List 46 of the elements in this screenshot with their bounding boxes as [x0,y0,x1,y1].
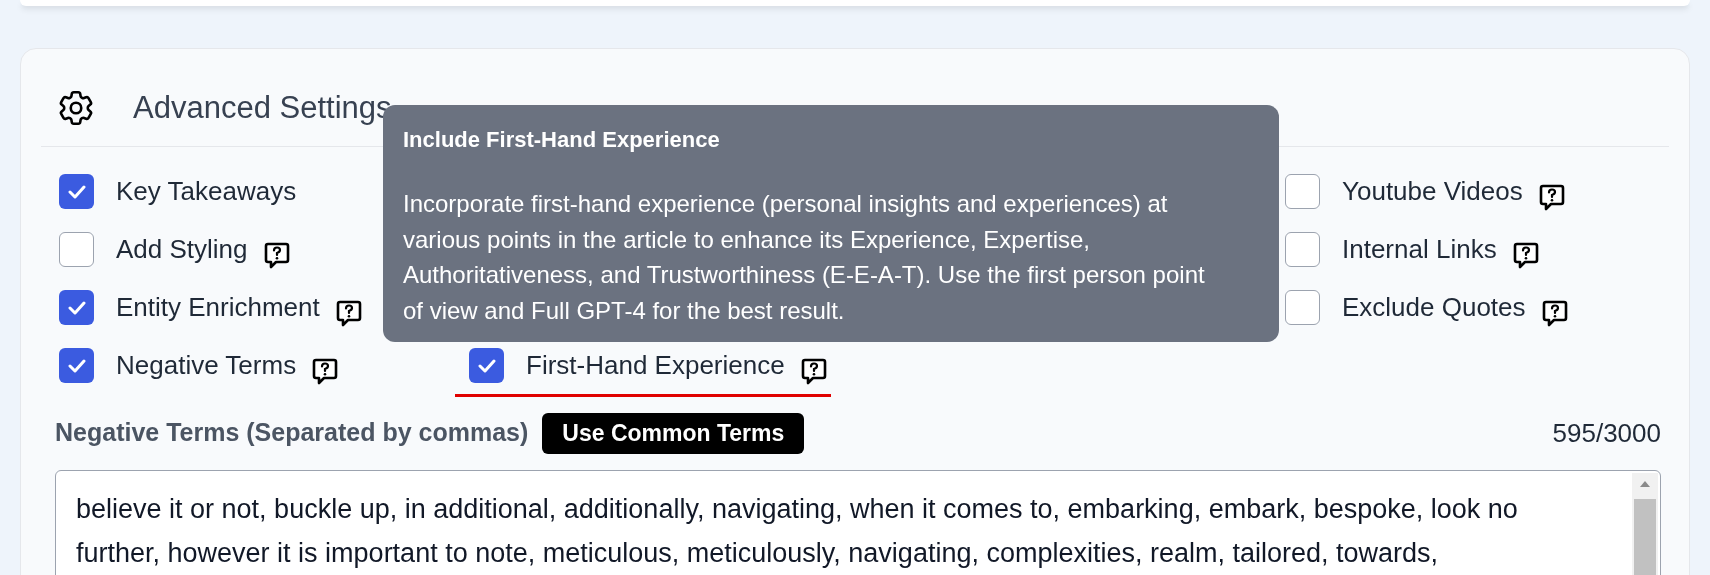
checkbox[interactable] [1285,290,1320,325]
option-row[interactable]: Entity Enrichment [59,278,362,337]
option-label: First-Hand Experience [526,349,785,382]
checkmark-icon [67,184,86,199]
option-row[interactable]: Negative Terms [59,336,339,395]
checkbox[interactable] [59,174,94,209]
checkbox[interactable] [1285,232,1320,267]
checkbox[interactable] [469,348,504,383]
checkmark-icon [67,300,86,315]
section-title: Advanced Settings [133,89,392,127]
help-icon[interactable] [1512,241,1539,270]
option-row[interactable]: Key Takeaways [59,162,297,221]
help-icon[interactable] [312,357,339,386]
scrollbar[interactable] [1632,472,1658,575]
option-label: Youtube Videos [1342,175,1523,208]
tooltip-text: Incorporate first-hand experience (personal insights and experiences) at various points in the article to enhance its Experience, Expertise, Authoritativeness, and Trustworthiness (E-E-A-T). Use the first person point of view and Full GPT-4 for the best result. [403,189,1206,326]
checkmark-icon [67,358,86,373]
checkmark-icon [477,358,496,373]
option-row[interactable]: Youtube Videos [1285,162,1565,221]
checkbox[interactable] [59,232,94,267]
option-row[interactable]: Internal Links [1285,220,1539,279]
option-row[interactable]: Add Styling [59,220,290,279]
field-text-line: further, however it is important to note, meticulous, meticulously, navigating, complexities, realm, tailored, towards, [76,536,1440,570]
help-icon[interactable] [1538,183,1565,212]
help-icon[interactable] [263,241,290,270]
help-icon[interactable] [1541,299,1568,328]
help-icon[interactable] [335,299,362,328]
help-icon[interactable] [800,357,827,386]
option-row[interactable]: First-Hand Experience [469,336,827,395]
field-label: Negative Terms (Separated by commas) [55,417,529,449]
character-count: 595/3000 [1552,416,1661,450]
scrollbar-thumb[interactable] [1634,498,1656,575]
checkbox[interactable] [1285,174,1320,209]
use-common-terms-button[interactable]: Use Common Terms [542,412,805,454]
checkbox[interactable] [59,290,94,325]
option-label: Exclude Quotes [1342,291,1526,324]
negative-terms-field[interactable] [55,469,1661,575]
option-label: Internal Links [1342,233,1497,266]
field-text-line: believe it or not, buckle up, in additional, additionally, navigating, when it comes to, embarking, embark, bespoke, look no [76,492,1519,526]
checkbox[interactable] [59,348,94,383]
option-label: Key Takeaways [116,175,297,208]
option-label: Entity Enrichment [116,291,320,324]
option-row[interactable]: Exclude Quotes [1285,278,1568,337]
tooltip-title: Include First-Hand Experience [403,126,721,154]
option-label: Add Styling [116,233,248,266]
option-label: Negative Terms [116,349,297,382]
